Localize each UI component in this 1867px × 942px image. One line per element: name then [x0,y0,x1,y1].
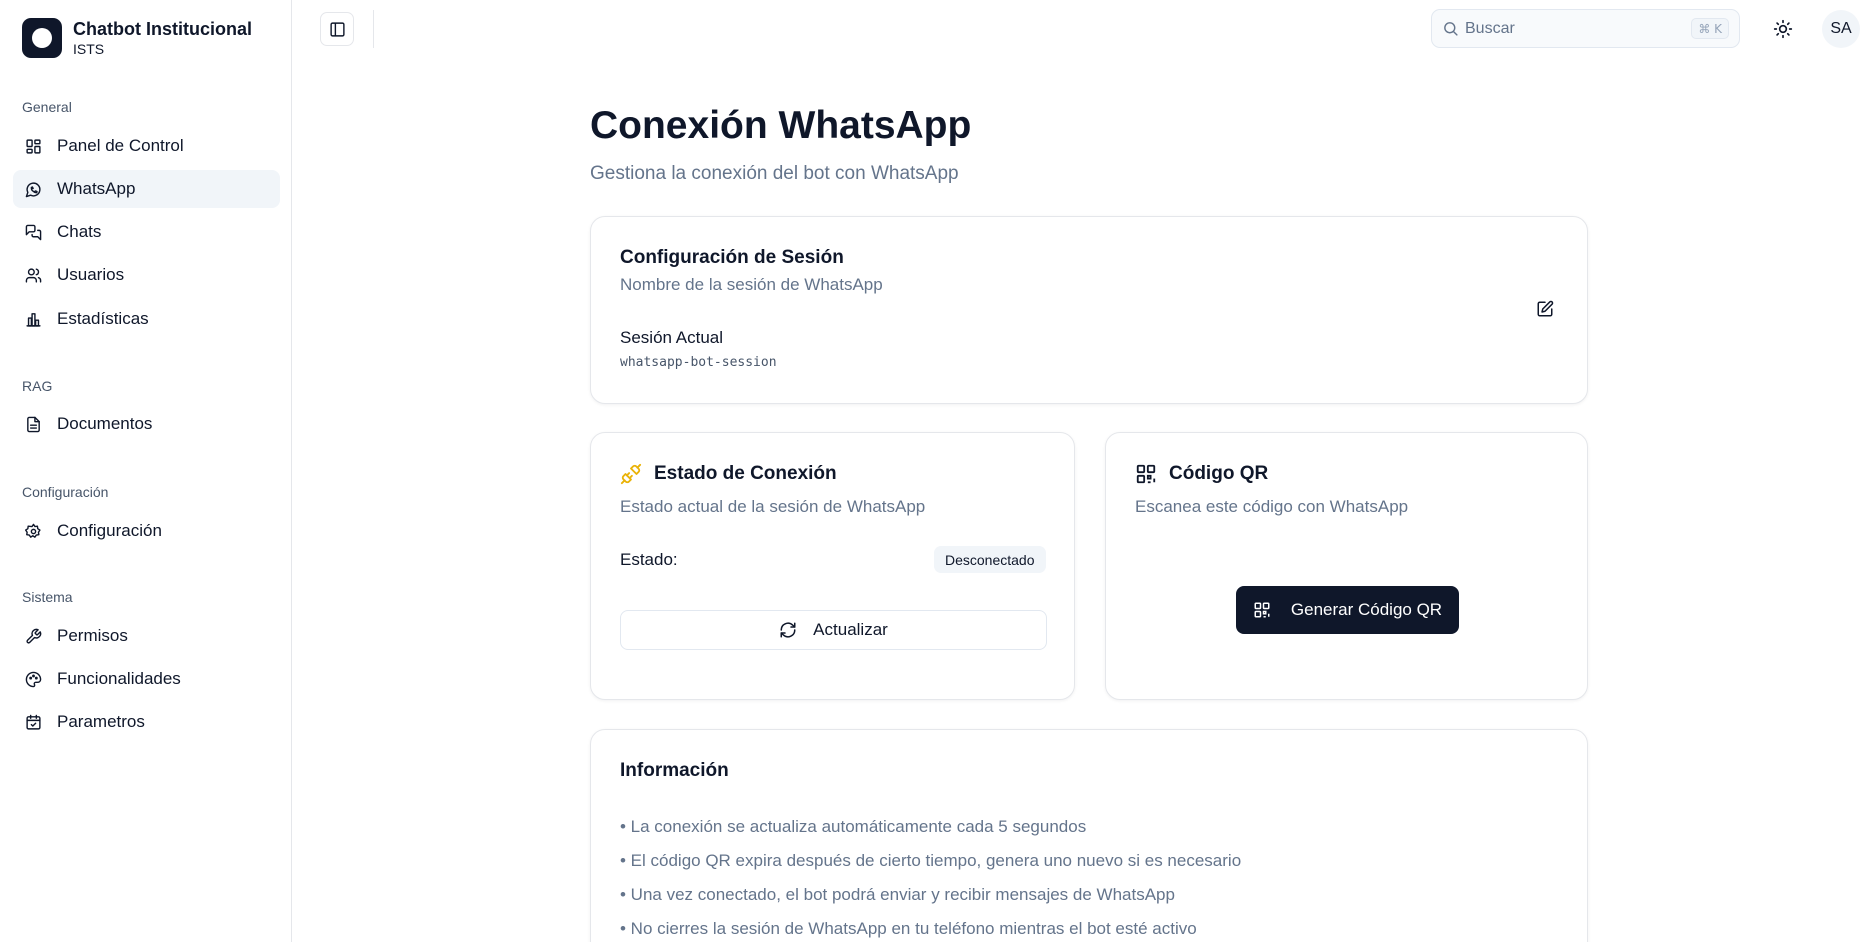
theme-toggle-button[interactable] [1765,11,1801,47]
sidebar-item-chats[interactable]: Chats [13,213,280,251]
panel-left-icon [329,21,345,37]
info-card: Información • La conexión se actualiza a… [590,729,1588,942]
sidebar-item-label: WhatsApp [57,179,136,198]
sidebar-item-estadisticas[interactable]: Estadísticas [13,300,280,338]
sidebar-item-parametros[interactable]: Parametros [13,703,280,741]
nav-group-sistema: Sistema [22,589,73,605]
palette-icon [24,670,42,688]
generate-qr-label: Generar Código QR [1290,600,1443,619]
status-badge: Desconectado [934,546,1046,573]
sidebar-item-permisos[interactable]: Permisos [13,617,280,655]
unplug-icon [620,463,642,485]
sidebar-item-label: Permisos [57,626,128,645]
sidebar-item-label: Chats [57,222,102,241]
generate-qr-button[interactable]: Generar Código QR [1236,586,1459,634]
avatar[interactable]: SA [1822,10,1860,48]
calendar-check-icon [24,713,42,731]
messages-square-icon [24,223,42,241]
info-list-item: • Una vez conectado, el bot podrá enviar… [620,885,1175,904]
brand[interactable]: Chatbot Institucional ISTS [22,18,252,58]
card-title: Información [620,760,729,781]
sidebar-item-label: Estadísticas [57,309,149,328]
layout-grid-icon [24,137,42,155]
card-description: Estado actual de la sesión de WhatsApp [620,497,926,516]
brand-title: Chatbot Institucional [73,18,252,39]
card-title-row: Estado de Conexión [620,463,837,485]
session-value: whatsapp-bot-session [620,355,777,370]
nav-group-rag: RAG [22,378,53,394]
search-shortcut-badge: ⌘ K [1691,18,1729,39]
card-description: Escanea este código con WhatsApp [1135,497,1409,516]
search-placeholder: Buscar [1465,19,1515,37]
bar-chart-icon [24,310,42,328]
users-icon [24,266,42,284]
sidebar-item-label: Usuarios [57,265,125,284]
sidebar-item-documentos[interactable]: Documentos [13,405,280,443]
brand-logo-icon [22,18,62,58]
file-text-icon [24,415,42,433]
settings-icon [24,522,42,540]
status-label: Estado: [620,550,678,569]
card-title-row: Código QR [1135,463,1268,485]
sidebar-item-configuracion[interactable]: Configuración [13,512,280,550]
session-config-card: Configuración de Sesión Nombre de la ses… [590,216,1588,404]
sidebar-item-panel-de-control[interactable]: Panel de Control [13,127,280,165]
nav-group-general: General [22,99,72,115]
info-list-item: • La conexión se actualiza automáticamen… [620,817,1087,836]
sidebar-item-funcionalidades[interactable]: Funcionalidades [13,660,280,698]
info-list-item: • No cierres la sesión de WhatsApp en tu… [620,919,1197,938]
qr-code-icon [1136,464,1156,484]
sidebar-item-whatsapp[interactable]: WhatsApp [13,170,280,208]
refresh-button[interactable]: Actualizar [620,610,1047,650]
sidebar-item-label: Parametros [57,712,145,731]
refresh-icon [780,622,796,638]
message-circle-icon [24,180,42,198]
sidebar-item-usuarios[interactable]: Usuarios [13,256,280,294]
sun-icon [1773,19,1793,39]
sidebar-item-label: Funcionalidades [57,669,181,688]
header-divider [373,10,374,48]
card-title: Configuración de Sesión [620,247,844,268]
wrench-icon [24,627,42,645]
search-icon [1444,22,1458,36]
session-label: Sesión Actual [620,328,724,347]
info-list-item: • El código QR expira después de cierto … [620,851,1242,870]
sidebar-item-label: Documentos [57,414,153,433]
search-input[interactable]: Buscar ⌘ K [1431,9,1740,48]
card-title: Código QR [1169,463,1269,484]
qr-code-icon [1254,602,1270,618]
sidebar: Chatbot Institucional ISTS General Panel… [0,0,292,942]
brand-subtitle: ISTS [73,41,105,58]
pencil-square-icon [1537,300,1554,317]
edit-session-button[interactable] [1529,293,1561,325]
info-list: • La conexión se actualiza automáticamen… [620,810,1241,942]
card-description: Nombre de la sesión de WhatsApp [620,275,883,294]
page-subtitle: Gestiona la conexión del bot con WhatsAp… [590,163,959,184]
sidebar-toggle-button[interactable] [320,12,354,46]
sidebar-item-label: Configuración [57,521,162,540]
connection-status-card: Estado de Conexión Estado actual de la s… [590,432,1075,700]
sidebar-item-label: Panel de Control [57,136,184,155]
refresh-label: Actualizar [813,620,888,639]
nav-group-configuracion: Configuración [22,484,109,500]
page-title: Conexión WhatsApp [590,104,972,147]
qr-code-card: Código QR Escanea este código con WhatsA… [1105,432,1588,700]
card-title: Estado de Conexión [654,463,837,484]
